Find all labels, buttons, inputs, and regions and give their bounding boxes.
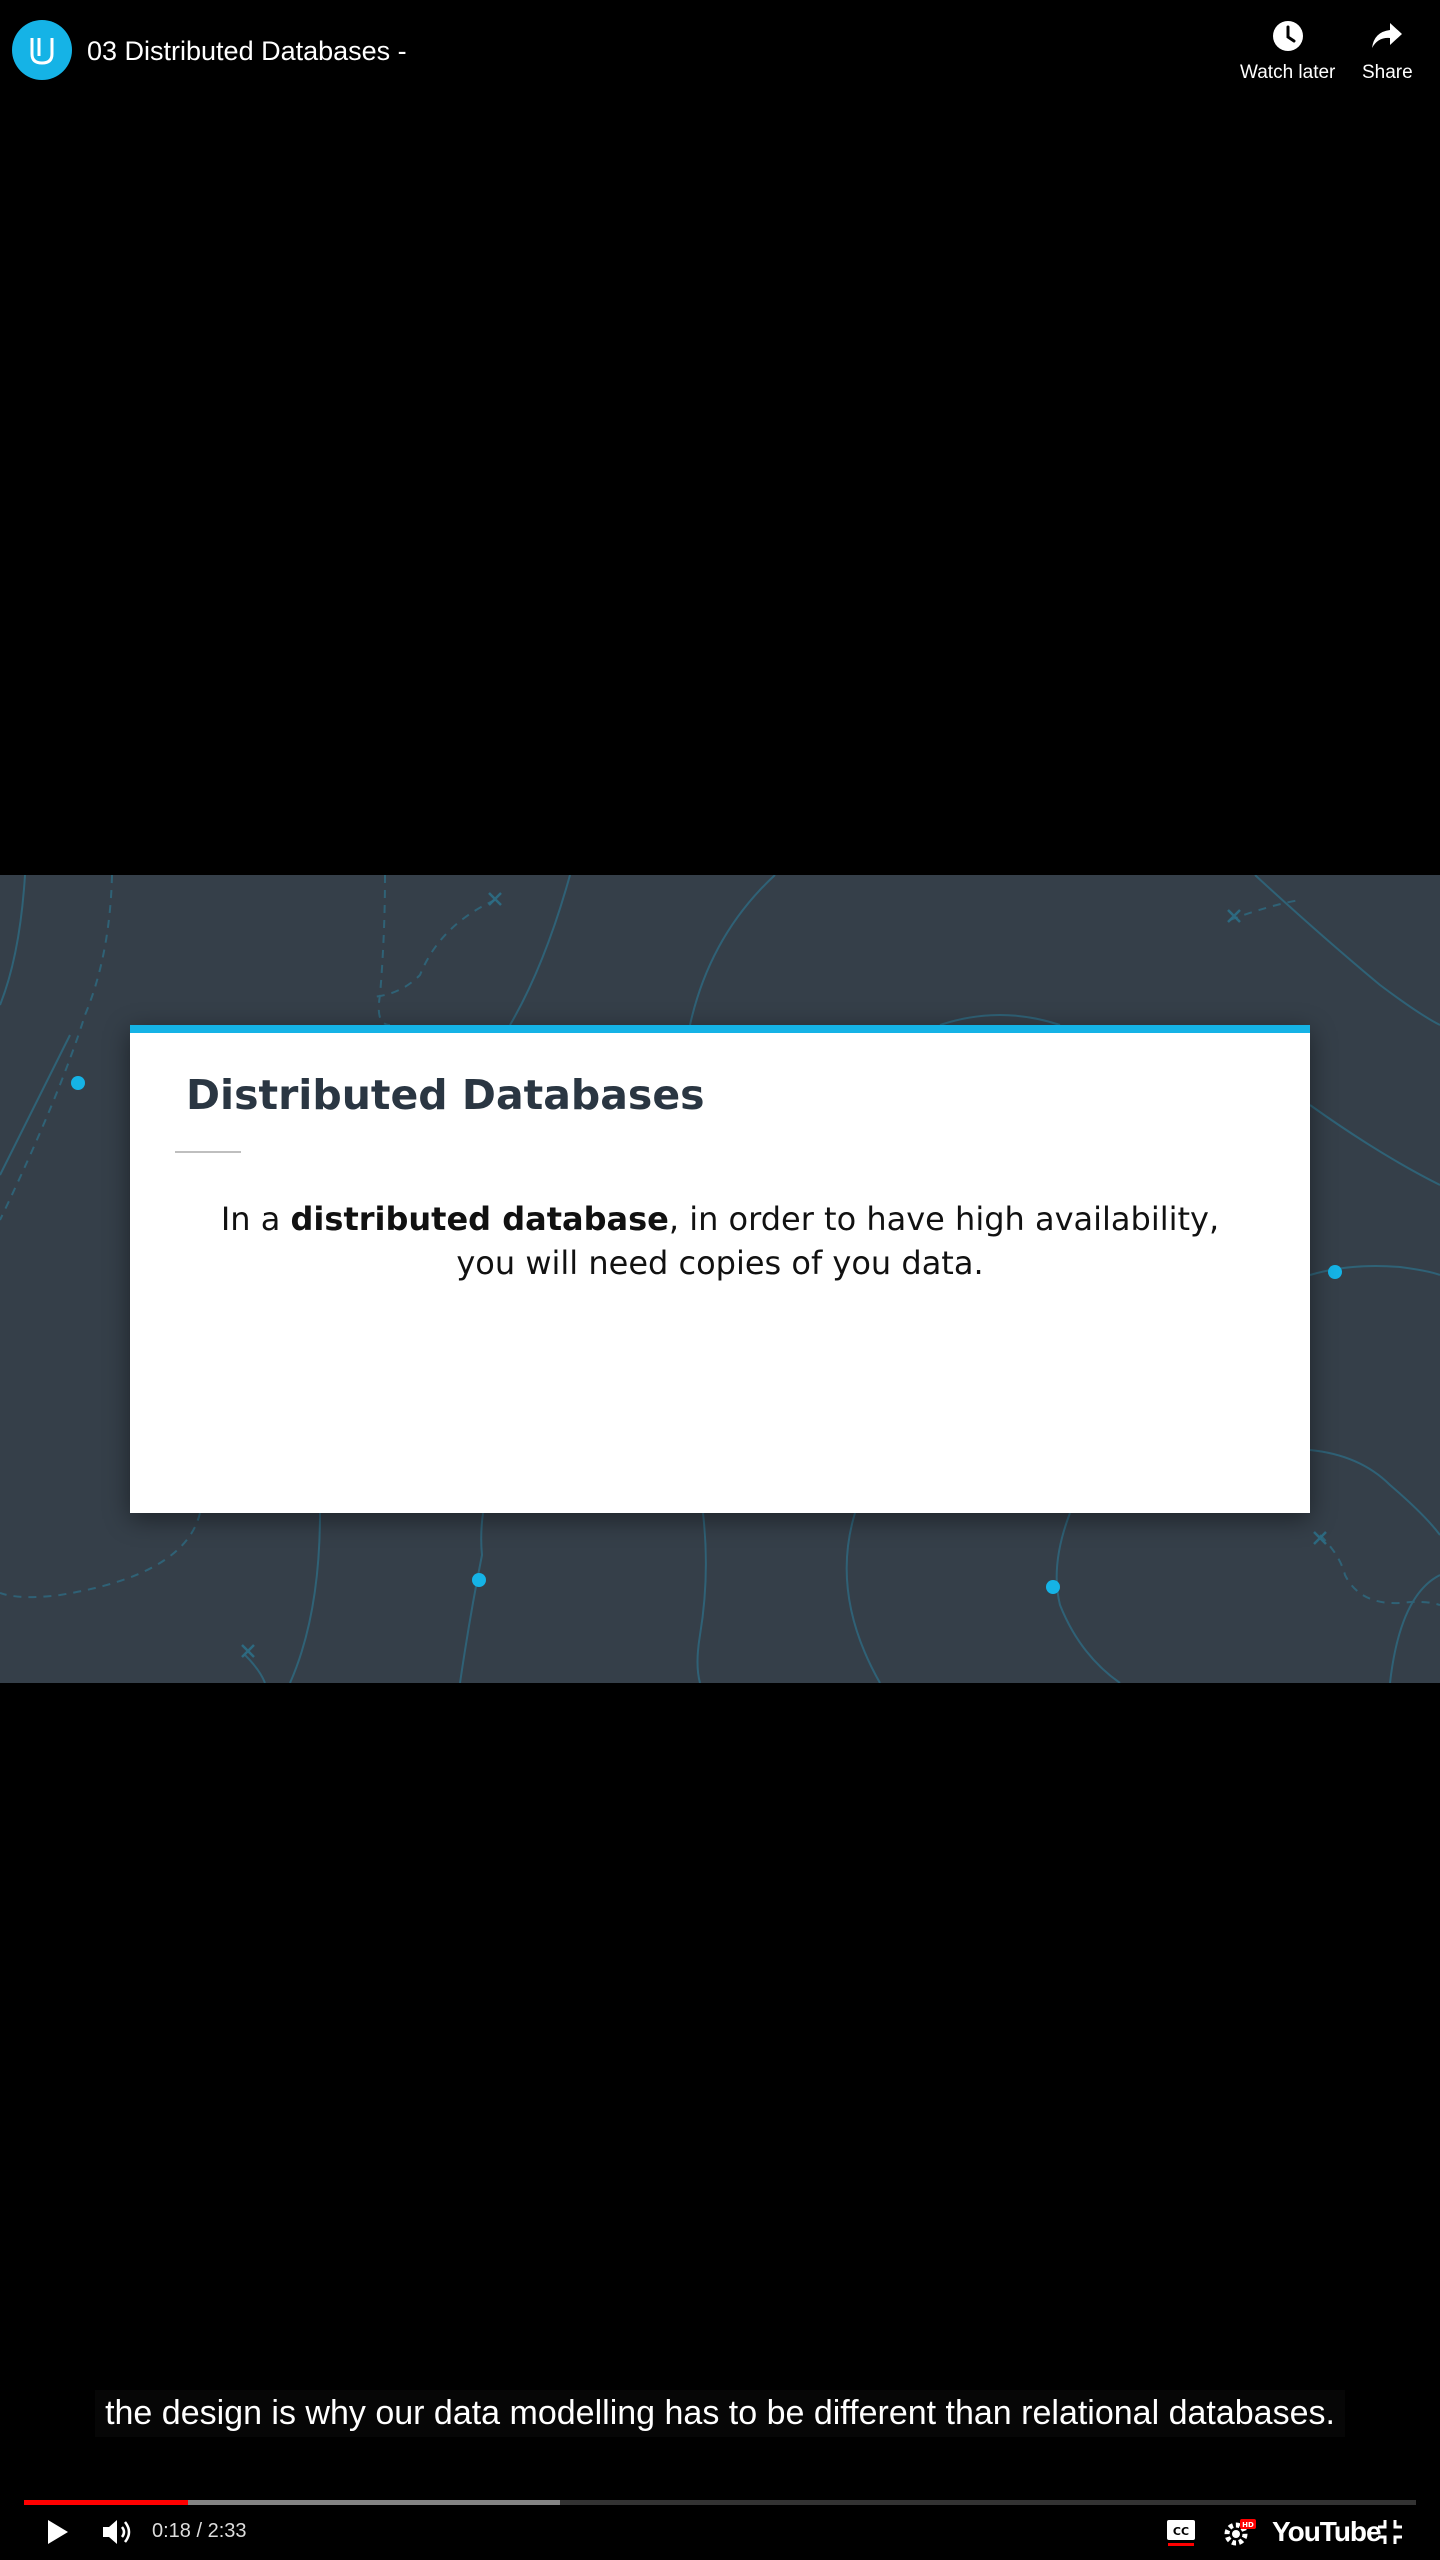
clock-icon [1268, 16, 1308, 56]
share-button[interactable]: Share [1362, 16, 1413, 84]
video-frame[interactable]: Distributed Databases In a distributed d… [0, 875, 1440, 1683]
exit-fullscreen-button[interactable] [1372, 2514, 1408, 2550]
slide-body-prefix: In a [220, 1200, 291, 1238]
mute-button[interactable] [98, 2514, 138, 2550]
watch-later-label: Watch later [1240, 62, 1336, 83]
settings-button[interactable]: HD [1218, 2514, 1262, 2550]
youtube-logo[interactable]: YouTube [1272, 2516, 1382, 2548]
udacity-logo-icon[interactable] [12, 20, 72, 80]
top-bar: 03 Distributed Databases - Watch later S… [0, 0, 1440, 110]
svg-text:CC: CC [1173, 2525, 1189, 2538]
exit-fullscreen-icon [1378, 2520, 1402, 2544]
share-arrow-icon [1367, 16, 1407, 56]
slide-accent-bar [130, 1025, 1310, 1033]
caption-window: the design is why our data modelling has… [0, 2390, 1440, 2437]
svg-text:HD: HD [1242, 2521, 1254, 2529]
slide-heading: Distributed Databases [186, 1071, 705, 1119]
caption-text: the design is why our data modelling has… [95, 2390, 1345, 2437]
subtitles-button[interactable]: CC [1162, 2514, 1200, 2550]
settings-hd-icon: HD [1224, 2519, 1256, 2546]
slide-body: In a distributed database, in order to h… [200, 1197, 1240, 1285]
captions-icon: CC [1167, 2520, 1195, 2546]
watch-later-button[interactable]: Watch later [1240, 16, 1335, 84]
slide-body-bold: distributed database [290, 1200, 669, 1238]
play-icon [48, 2520, 68, 2544]
volume-icon [103, 2520, 131, 2544]
slide-card: Distributed Databases In a distributed d… [130, 1025, 1310, 1513]
time-display: 0:18 / 2:33 [152, 2520, 247, 2542]
share-label: Share [1362, 62, 1413, 83]
progress-bar[interactable] [24, 2500, 1416, 2505]
progress-played [24, 2500, 188, 2505]
slide-divider [175, 1151, 241, 1153]
play-button[interactable] [38, 2514, 78, 2550]
video-title[interactable]: 03 Distributed Databases - [87, 36, 407, 67]
